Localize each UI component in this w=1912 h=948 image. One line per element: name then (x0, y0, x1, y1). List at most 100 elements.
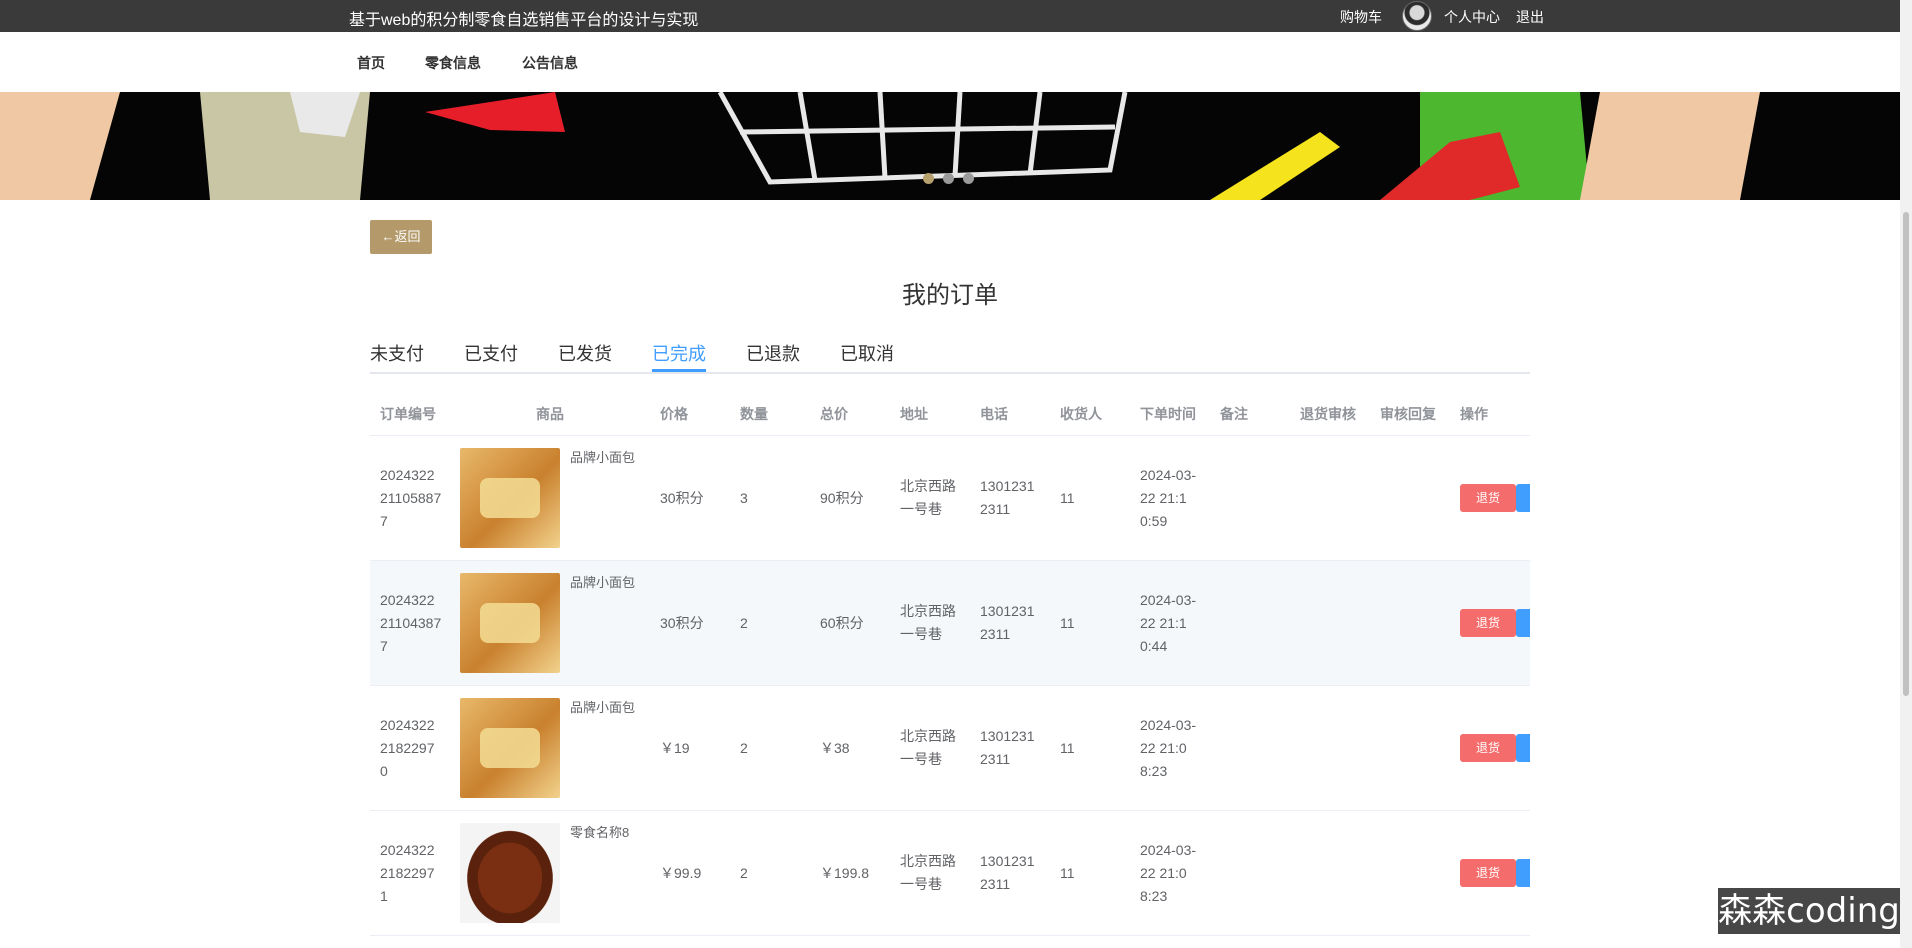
table-row: 2024322211058877 品牌小面包 30积分 3 90积分 北京西路一… (370, 436, 1530, 561)
receiver: 11 (1060, 490, 1075, 506)
col-action: 操作 (1460, 406, 1488, 422)
tab-shipped[interactable]: 已发货 (558, 340, 612, 372)
quantity: 2 (740, 615, 748, 631)
phone: 13012312311 (980, 478, 1035, 517)
refund-button[interactable]: 退货 (1460, 859, 1516, 887)
phone: 13012312311 (980, 853, 1035, 892)
refund-button[interactable]: 退货 (1460, 484, 1516, 512)
table-row: 202432221822970 品牌小面包 ￥19 2 ￥38 北京西路一号巷 … (370, 686, 1530, 811)
quantity: 2 (740, 740, 748, 756)
total: 90积分 (820, 490, 864, 506)
order-no: 202432221822971 (380, 842, 435, 904)
table-row: 202432221822971 零食名称8 ￥99.9 2 ￥199.8 北京西… (370, 811, 1530, 936)
tab-refunded[interactable]: 已退款 (746, 340, 800, 372)
order-time: 2024-03-22 21:10:44 (1140, 592, 1197, 654)
detail-button[interactable] (1516, 609, 1530, 637)
col-receiver: 收货人 (1060, 406, 1102, 422)
col-qty: 数量 (740, 406, 768, 422)
receiver: 11 (1060, 740, 1075, 756)
logout-link[interactable]: 退出 (1516, 7, 1544, 27)
detail-button[interactable] (1516, 484, 1530, 512)
scrollbar-thumb[interactable] (1903, 212, 1909, 696)
price-tag-shape (1380, 132, 1520, 200)
price: 30积分 (660, 615, 704, 631)
col-total: 总价 (820, 406, 848, 422)
col-audit-reply: 审核回复 (1380, 406, 1436, 422)
address: 北京西路一号巷 (900, 478, 956, 517)
order-time: 2024-03-22 21:08:23 (1140, 717, 1197, 779)
price: 30积分 (660, 490, 704, 506)
col-order-no: 订单编号 (380, 406, 436, 422)
quantity: 3 (740, 490, 748, 506)
order-time: 2024-03-22 21:10:59 (1140, 467, 1197, 529)
cart-shape (717, 92, 1128, 185)
avatar[interactable] (1402, 1, 1432, 31)
price: ￥19 (660, 740, 690, 756)
total: ￥199.8 (820, 865, 870, 881)
carousel-dot-1[interactable] (923, 173, 934, 184)
col-product: 商品 (536, 406, 564, 422)
product-name: 品牌小面包 (570, 575, 636, 590)
table-row: 2024322211043877 品牌小面包 30积分 2 60积分 北京西路一… (370, 561, 1530, 686)
address: 北京西路一号巷 (900, 853, 956, 892)
banner-illustration (0, 92, 1760, 200)
bread-icon (460, 698, 560, 798)
col-note: 备注 (1220, 406, 1248, 422)
bread-icon (460, 448, 560, 548)
back-button[interactable]: ←返回 (370, 220, 432, 254)
phone: 13012312311 (980, 728, 1035, 767)
nav-item-notices[interactable]: 公告信息 (522, 53, 578, 73)
total: 60积分 (820, 615, 864, 631)
col-address: 地址 (900, 406, 928, 422)
tab-paid[interactable]: 已支付 (464, 340, 518, 372)
col-return-audit: 退货审核 (1300, 406, 1356, 422)
address: 北京西路一号巷 (900, 728, 956, 767)
left-hand-shape (0, 92, 120, 200)
orders-table: 订单编号 商品 价格 数量 总价 地址 电话 收货人 下单时间 备注 退货审核 … (370, 390, 1530, 936)
refund-button[interactable]: 退货 (1460, 609, 1516, 637)
table-header: 订单编号 商品 价格 数量 总价 地址 电话 收货人 下单时间 备注 退货审核 … (370, 390, 1530, 436)
tab-cancelled[interactable]: 已取消 (840, 340, 894, 372)
carousel-dot-2[interactable] (943, 173, 954, 184)
right-hand-shape (1580, 92, 1760, 200)
active-tab-indicator (652, 369, 706, 372)
receiver: 11 (1060, 615, 1075, 631)
order-no: 2024322211058877 (380, 467, 442, 529)
col-time: 下单时间 (1140, 406, 1196, 422)
product-name: 零食名称8 (570, 825, 630, 840)
phone: 13012312311 (980, 603, 1035, 642)
red-bag-shape (425, 92, 565, 132)
total: ￥38 (820, 740, 850, 756)
top-bar: 基于web的积分制零食自选销售平台的设计与实现 购物车 个人中心 退出 (0, 0, 1900, 32)
user-center-link[interactable]: 个人中心 (1444, 7, 1500, 27)
detail-button[interactable] (1516, 734, 1530, 762)
order-no: 2024322211043877 (380, 592, 442, 654)
bread-icon (460, 573, 560, 673)
receiver: 11 (1060, 865, 1075, 881)
jerky-icon (460, 823, 560, 923)
price: ￥99.9 (660, 865, 702, 881)
product-name: 品牌小面包 (570, 450, 636, 465)
site-title: 基于web的积分制零食自选销售平台的设计与实现 (349, 12, 699, 29)
yellow-shape (1210, 132, 1340, 200)
tab-unpaid[interactable]: 未支付 (370, 340, 424, 372)
main-nav: 首页 零食信息 公告信息 (0, 32, 1900, 93)
product-name: 品牌小面包 (570, 700, 636, 715)
order-status-tabs: 未支付 已支付 已发货 已完成 已退款 已取消 (370, 340, 1530, 374)
col-price: 价格 (660, 406, 688, 422)
quantity: 2 (740, 865, 748, 881)
banner-carousel[interactable] (0, 92, 1900, 200)
detail-button[interactable] (1516, 859, 1530, 887)
watermark: 森森coding (1718, 888, 1900, 934)
page-title: 我的订单 (902, 282, 998, 309)
carousel-dot-3[interactable] (963, 173, 974, 184)
tab-completed[interactable]: 已完成 (652, 340, 706, 372)
cart-link[interactable]: 购物车 (1340, 7, 1382, 27)
col-phone: 电话 (980, 406, 1008, 422)
address: 北京西路一号巷 (900, 603, 956, 642)
refund-button[interactable]: 退货 (1460, 734, 1516, 762)
order-no: 202432221822970 (380, 717, 435, 779)
order-time: 2024-03-22 21:08:23 (1140, 842, 1197, 904)
nav-item-snacks[interactable]: 零食信息 (425, 53, 481, 73)
nav-item-home[interactable]: 首页 (357, 53, 385, 73)
